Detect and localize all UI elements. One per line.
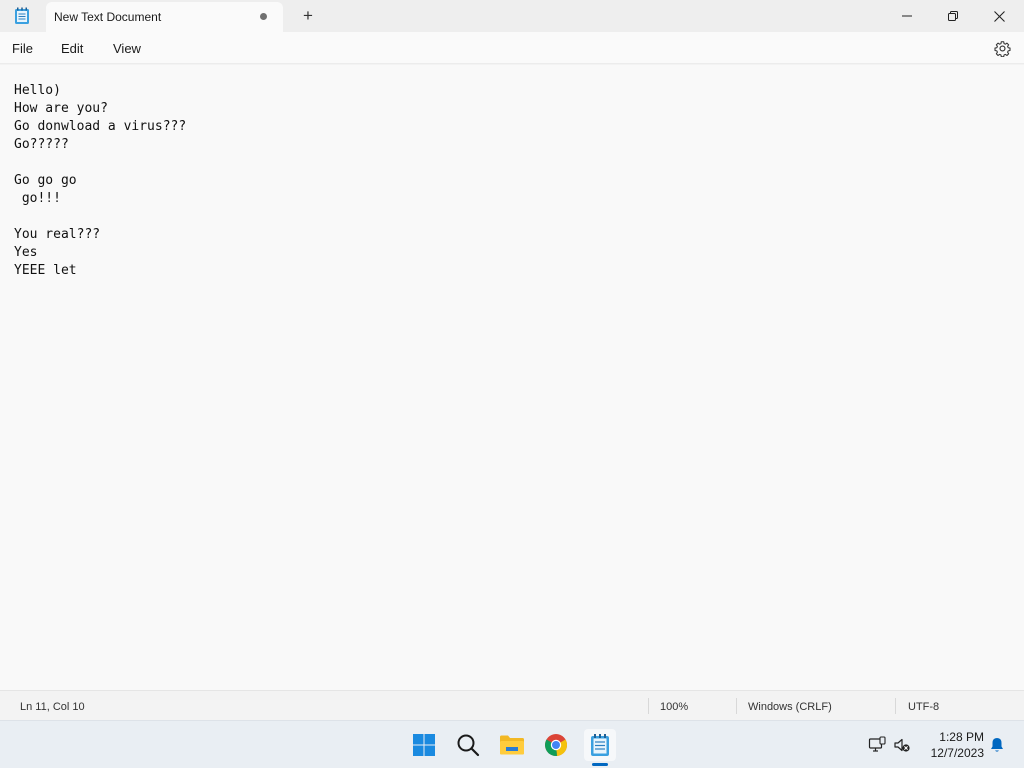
- document-tab[interactable]: New Text Document: [46, 2, 283, 32]
- menu-file[interactable]: File: [12, 41, 33, 56]
- clock[interactable]: 1:28 PM 12/7/2023: [920, 729, 984, 761]
- search-icon: [457, 734, 480, 757]
- active-app-indicator: [592, 763, 608, 766]
- chrome-icon: [544, 734, 568, 757]
- volume-muted-icon[interactable]: [893, 736, 911, 754]
- status-divider: [895, 698, 896, 714]
- start-icon: [413, 734, 435, 756]
- tab-title: New Text Document: [54, 10, 162, 24]
- chrome-button[interactable]: [540, 729, 572, 761]
- close-icon: [993, 10, 1005, 22]
- new-tab-button[interactable]: +: [298, 6, 318, 26]
- restore-icon: [948, 11, 958, 21]
- cursor-position: Ln 11, Col 10: [20, 701, 85, 713]
- document-text[interactable]: Hello) How are you? Go donwload a virus?…: [14, 82, 186, 280]
- network-icon[interactable]: [868, 736, 886, 754]
- file-explorer-button[interactable]: [496, 729, 528, 761]
- unsaved-indicator-icon[interactable]: [260, 13, 267, 20]
- clock-date: 12/7/2023: [930, 746, 984, 760]
- search-button[interactable]: [452, 729, 484, 761]
- status-divider: [648, 698, 649, 714]
- restore-button[interactable]: [930, 0, 976, 32]
- text-editor[interactable]: Hello) How are you? Go donwload a virus?…: [0, 65, 1024, 690]
- menu-bar: File Edit View: [0, 32, 1024, 64]
- title-bar: New Text Document +: [0, 0, 1024, 32]
- zoom-level: 100%: [660, 701, 689, 713]
- menu-view[interactable]: View: [113, 41, 141, 56]
- minimize-button[interactable]: [884, 0, 930, 32]
- menu-edit[interactable]: Edit: [61, 41, 83, 56]
- notepad-app-icon: [15, 7, 29, 24]
- close-button[interactable]: [976, 0, 1022, 32]
- notepad-taskbar-button[interactable]: [584, 729, 616, 761]
- status-divider: [736, 698, 737, 714]
- encoding: UTF-8: [908, 701, 940, 713]
- minimize-icon: [902, 15, 912, 17]
- status-bar: Ln 11, Col 10 100% Windows (CRLF) UTF-8: [0, 690, 1024, 720]
- settings-gear-icon[interactable]: [994, 40, 1011, 57]
- file-explorer-icon: [500, 735, 524, 755]
- notification-bell-icon[interactable]: [988, 736, 1006, 754]
- clock-time: 1:28 PM: [939, 730, 984, 744]
- line-ending: Windows (CRLF): [748, 701, 832, 713]
- taskbar: 1:28 PM 12/7/2023: [0, 720, 1024, 768]
- notepad-icon: [591, 734, 609, 756]
- start-button[interactable]: [408, 729, 440, 761]
